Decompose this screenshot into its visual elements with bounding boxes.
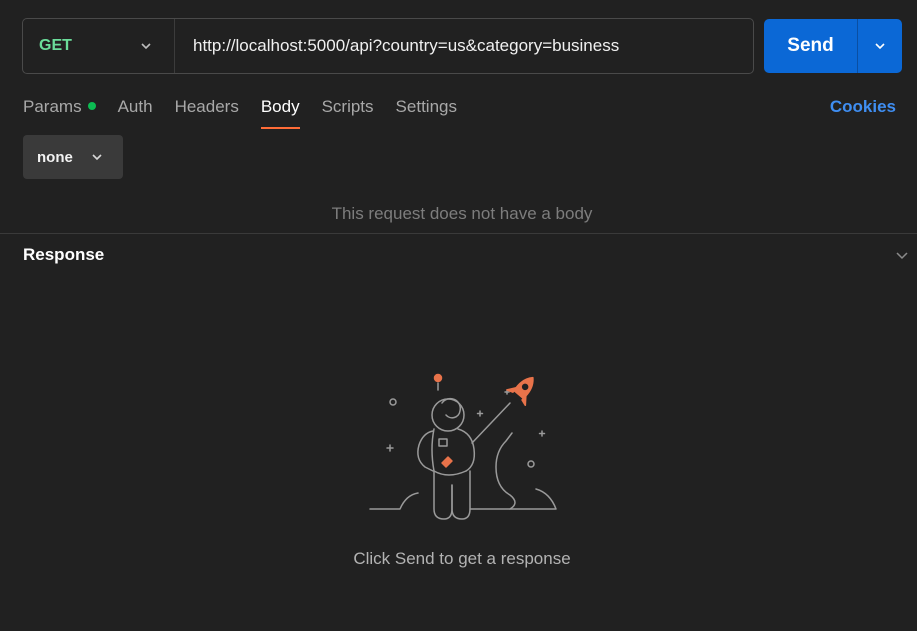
chevron-down-icon (92, 154, 102, 161)
tab-scripts[interactable]: Scripts (322, 95, 374, 129)
url-box: GET (22, 18, 754, 74)
request-bar: GET Send (22, 18, 902, 74)
send-button-group: Send (764, 19, 902, 73)
tab-auth[interactable]: Auth (118, 95, 153, 129)
tab-headers[interactable]: Headers (175, 95, 239, 129)
pane-divider[interactable] (0, 233, 917, 234)
body-type-dropdown[interactable]: none (23, 135, 123, 179)
chevron-down-icon (875, 43, 885, 50)
tab-label: Scripts (321, 97, 374, 116)
tab-label: Headers (174, 97, 239, 116)
cookies-link[interactable]: Cookies (830, 95, 896, 119)
method-label: GET (39, 37, 72, 54)
tab-label: Settings (395, 97, 457, 116)
tab-settings[interactable]: Settings (396, 95, 457, 129)
tab-label: Params (23, 97, 82, 116)
send-options-button[interactable] (858, 19, 902, 73)
astronaut-illustration (369, 373, 557, 520)
tab-params[interactable]: Params (23, 95, 96, 129)
params-indicator-dot (87, 102, 96, 110)
no-body-message: This request does not have a body (331, 204, 593, 223)
body-type-label: none (37, 148, 73, 166)
url-input[interactable] (175, 19, 753, 73)
response-empty-message: Click Send to get a response (353, 549, 571, 568)
tab-label: Auth (117, 97, 153, 116)
request-tabs: Params Auth Headers Body Scripts Setting… (23, 95, 479, 129)
tab-label: Body (260, 97, 300, 116)
collapse-chevron-icon[interactable] (895, 249, 909, 261)
send-button[interactable]: Send (764, 19, 858, 73)
chevron-down-icon (141, 43, 151, 50)
tab-body[interactable]: Body (260, 95, 300, 129)
method-dropdown[interactable]: GET (23, 19, 175, 73)
response-title: Response (23, 245, 105, 264)
